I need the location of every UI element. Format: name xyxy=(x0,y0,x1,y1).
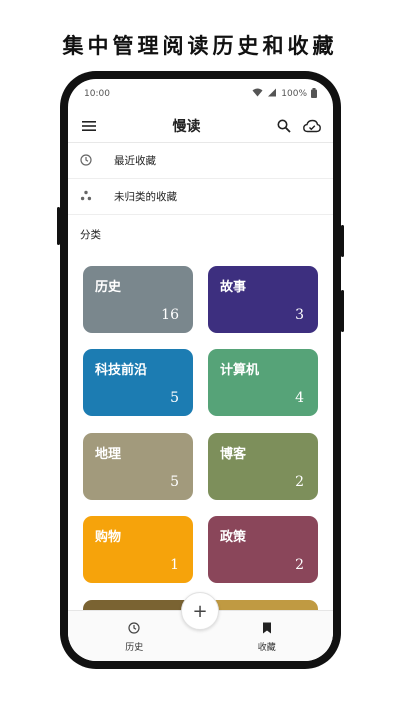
section-title-categories: 分类 xyxy=(80,229,101,241)
category-name: 政策 xyxy=(220,530,247,545)
category-name: 故事 xyxy=(220,280,247,295)
category-count: 5 xyxy=(170,474,179,490)
category-card[interactable]: 地理 5 xyxy=(83,433,193,500)
battery-icon xyxy=(311,87,317,101)
category-name: 博客 xyxy=(220,447,247,462)
status-bar: 10:00 100% xyxy=(68,79,333,109)
app-bar: 慢读 xyxy=(68,109,333,143)
list-item-uncategorized[interactable]: 未归类的收藏 xyxy=(68,179,333,215)
cloud-sync-icon[interactable] xyxy=(301,115,323,137)
history-icon xyxy=(128,619,140,638)
phone-screen: 10:00 100% 慢读 最近收藏 未归类的收藏 分类 历史 16 故事 3 … xyxy=(68,79,333,661)
category-name: 购物 xyxy=(95,530,122,545)
phone-side-button xyxy=(341,225,344,257)
app-title: 慢读 xyxy=(172,118,201,135)
category-count: 1 xyxy=(170,557,179,573)
dots-icon xyxy=(80,187,92,206)
battery-level: 100% xyxy=(281,89,307,99)
list-item-label: 最近收藏 xyxy=(114,155,156,167)
list-item-recent-favorites[interactable]: 最近收藏 xyxy=(68,143,333,179)
category-count: 3 xyxy=(295,307,304,323)
category-card[interactable]: 博客 2 xyxy=(208,433,318,500)
menu-icon[interactable] xyxy=(78,115,100,137)
nav-tab-history[interactable]: 历史 xyxy=(68,611,201,661)
search-icon[interactable] xyxy=(273,115,295,137)
category-card[interactable]: 购物 1 xyxy=(83,516,193,583)
bookmark-icon xyxy=(262,619,272,638)
category-count: 5 xyxy=(170,390,179,406)
status-time: 10:00 xyxy=(84,89,110,99)
category-count: 4 xyxy=(295,390,304,406)
category-count: 2 xyxy=(295,557,304,573)
category-name: 科技前沿 xyxy=(95,363,148,378)
promo-headline: 集中管理阅读历史和收藏 xyxy=(62,33,338,58)
list-item-label: 未归类的收藏 xyxy=(114,191,177,203)
phone-side-button xyxy=(341,290,344,332)
category-card[interactable]: 政策 2 xyxy=(208,516,318,583)
nav-tab-label: 历史 xyxy=(125,643,144,653)
nav-tab-label: 收藏 xyxy=(257,643,276,653)
nav-tab-favorites[interactable]: 收藏 xyxy=(201,611,334,661)
category-count: 16 xyxy=(161,307,179,323)
category-name: 历史 xyxy=(95,280,122,295)
category-card[interactable]: 历史 16 xyxy=(83,266,193,333)
history-icon xyxy=(80,151,92,170)
category-card[interactable]: 故事 3 xyxy=(208,266,318,333)
category-count: 2 xyxy=(295,474,304,490)
category-name: 地理 xyxy=(95,447,122,462)
category-card[interactable]: 计算机 4 xyxy=(208,349,318,416)
category-card[interactable]: 科技前沿 5 xyxy=(83,349,193,416)
wifi-icon xyxy=(252,88,263,100)
signal-icon xyxy=(267,88,277,100)
category-name: 计算机 xyxy=(220,363,260,378)
add-button[interactable]: + xyxy=(181,592,219,630)
